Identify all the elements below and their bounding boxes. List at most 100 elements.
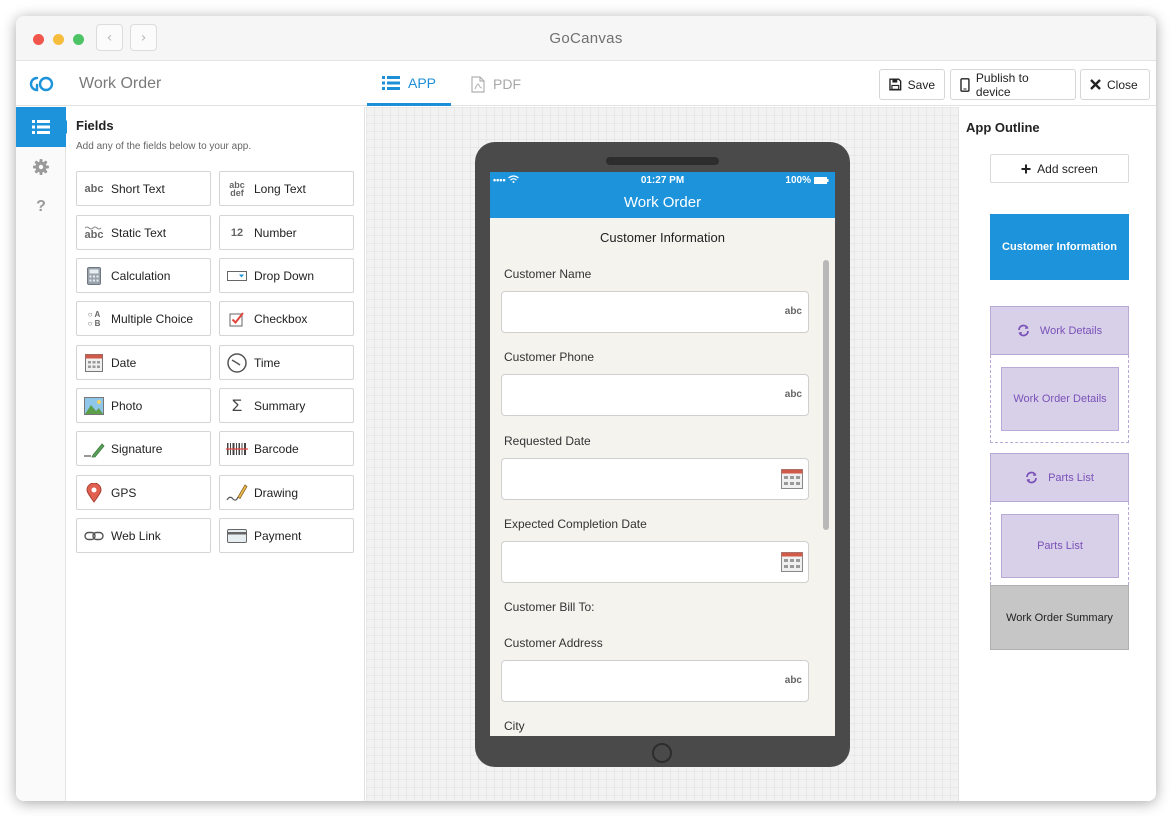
rail-settings-button[interactable]	[16, 147, 66, 187]
field-number[interactable]: 12 Number	[219, 215, 354, 250]
app-header: Work Order APP PDF Save Publish to devic…	[16, 62, 1156, 106]
calculator-icon	[87, 266, 101, 285]
abc-def-icon-bottom: def	[230, 187, 244, 198]
tab-pdf[interactable]: PDF	[456, 62, 536, 106]
phone-preview: •••• 01:27 PM 100% Work Order Customer I…	[475, 142, 850, 767]
dropdown-icon-wrap	[220, 270, 254, 281]
save-button[interactable]: Save	[879, 69, 945, 100]
outline-screen-label: Parts List	[1037, 540, 1083, 552]
field-static-text[interactable]: abc Static Text	[76, 215, 211, 250]
publish-button-label: Publish to device	[975, 70, 1029, 99]
save-button-label: Save	[907, 77, 935, 92]
field-label-requested-date: Requested Date	[504, 434, 591, 448]
phone-speaker	[606, 157, 719, 165]
outline-screen-parts-list-child[interactable]: Parts List	[1001, 514, 1119, 578]
field-payment[interactable]: Payment	[219, 518, 354, 553]
text-hint: abc	[784, 306, 802, 317]
tab-app[interactable]: APP	[367, 62, 451, 106]
phone-screen[interactable]: •••• 01:27 PM 100% Work Order Customer I…	[490, 172, 835, 736]
phone-screen-title: Work Order	[623, 194, 702, 211]
static-abc-text: abc	[84, 228, 104, 241]
calendar-icon	[781, 552, 803, 572]
outline-screen-work-details[interactable]: Work Details	[990, 306, 1129, 355]
field-label: Photo	[111, 398, 143, 413]
field-label: Number	[254, 225, 297, 240]
close-button[interactable]: Close	[1080, 69, 1150, 100]
field-web-link[interactable]: Web Link	[76, 518, 211, 553]
outline-screen-label: Work Details	[1039, 324, 1103, 337]
title-bar: ‹ › GoCanvas	[16, 16, 1156, 61]
floppy-disk-icon	[889, 78, 902, 91]
close-button-label: Close	[1107, 77, 1138, 92]
sigma-icon: Σ	[231, 395, 243, 415]
map-pin-icon-wrap	[77, 482, 111, 503]
screen-heading: Customer Information	[600, 230, 725, 245]
field-photo[interactable]: Photo	[76, 388, 211, 423]
rail-fields-button[interactable]	[16, 107, 73, 147]
field-barcode[interactable]: Barcode	[219, 431, 354, 466]
barcode-icon	[226, 442, 248, 455]
customer-phone-input[interactable]: abc	[501, 374, 809, 416]
outline-screen-label: Customer Information	[1002, 241, 1117, 253]
field-summary[interactable]: Σ Summary	[219, 388, 354, 423]
barcode-icon-wrap	[220, 442, 254, 456]
field-long-text[interactable]: abc def Long Text	[219, 171, 354, 206]
expected-completion-date-input[interactable]	[501, 541, 809, 583]
app-outline-title: App Outline	[966, 120, 1040, 135]
field-label: Multiple Choice	[111, 311, 194, 326]
pencil-icon	[226, 483, 248, 501]
phone-home-button	[652, 743, 672, 763]
publish-to-device-button[interactable]: Publish to device	[950, 69, 1076, 100]
customer-name-input[interactable]: abc	[501, 291, 809, 333]
phone-scrollbar[interactable]	[823, 260, 829, 530]
add-screen-button[interactable]: Add screen	[990, 154, 1129, 183]
field-label: Payment	[254, 528, 302, 543]
outline-screen-customer-information[interactable]: Customer Information	[990, 214, 1129, 280]
field-label-customer-name: Customer Name	[504, 267, 592, 281]
field-calculation[interactable]: Calculation	[76, 258, 211, 293]
field-label-city: City	[504, 719, 525, 733]
fields-panel-title: Fields	[76, 118, 114, 133]
field-drawing[interactable]: Drawing	[219, 475, 354, 510]
field-checkbox[interactable]: Checkbox	[219, 301, 354, 336]
checkbox-icon-wrap	[220, 311, 254, 327]
requested-date-input[interactable]	[501, 458, 809, 500]
fields-panel-subtitle: Add any of the fields below to your app.	[76, 141, 252, 152]
outline-screen-label: Work Order Details	[1013, 393, 1107, 405]
field-gps[interactable]: GPS	[76, 475, 211, 510]
app-title: Work Order	[79, 75, 162, 92]
static-abc-icon: abc	[77, 226, 111, 240]
customer-address-input[interactable]: abc	[501, 660, 809, 702]
abc-def-icon: abc def	[220, 180, 254, 198]
outline-screen-work-order-summary[interactable]: Work Order Summary	[990, 585, 1129, 650]
battery-percent: 100%	[785, 175, 811, 186]
field-label: Checkbox	[254, 311, 308, 326]
battery-icon	[814, 177, 829, 184]
field-drop-down[interactable]: Drop Down	[219, 258, 354, 293]
rail-help-button[interactable]: ?	[16, 187, 66, 227]
signature-icon-wrap	[77, 440, 111, 458]
clock-icon-wrap	[220, 352, 254, 373]
close-icon	[1090, 79, 1101, 90]
field-date[interactable]: Date	[76, 345, 211, 380]
gocanvas-logo-icon	[29, 76, 54, 92]
field-label: Drawing	[254, 485, 299, 500]
field-label: Short Text	[111, 181, 165, 196]
outline-screen-work-order-details[interactable]: Work Order Details	[1001, 367, 1119, 431]
field-time[interactable]: Time	[219, 345, 354, 380]
field-signature[interactable]: Signature	[76, 431, 211, 466]
field-short-text[interactable]: abc Short Text	[76, 171, 211, 206]
field-label: Signature	[111, 441, 163, 456]
field-label-customer-address: Customer Address	[504, 636, 603, 650]
field-label: Drop Down	[254, 268, 315, 283]
outline-screen-parts-list[interactable]: Parts List	[990, 453, 1129, 502]
list-icon	[32, 120, 50, 134]
work-details-children: Work Order Details	[990, 355, 1129, 443]
app-outline-panel: App Outline Add screen Customer Informat…	[960, 107, 1156, 801]
text-hint: abc	[784, 675, 802, 686]
field-multiple-choice[interactable]: ○ A ○ B Multiple Choice	[76, 301, 211, 336]
number-icon: 12	[230, 226, 244, 239]
choice-row-a: ○ A	[87, 309, 101, 319]
question-mark-icon: ?	[36, 198, 46, 215]
abc-icon: abc	[84, 182, 104, 195]
